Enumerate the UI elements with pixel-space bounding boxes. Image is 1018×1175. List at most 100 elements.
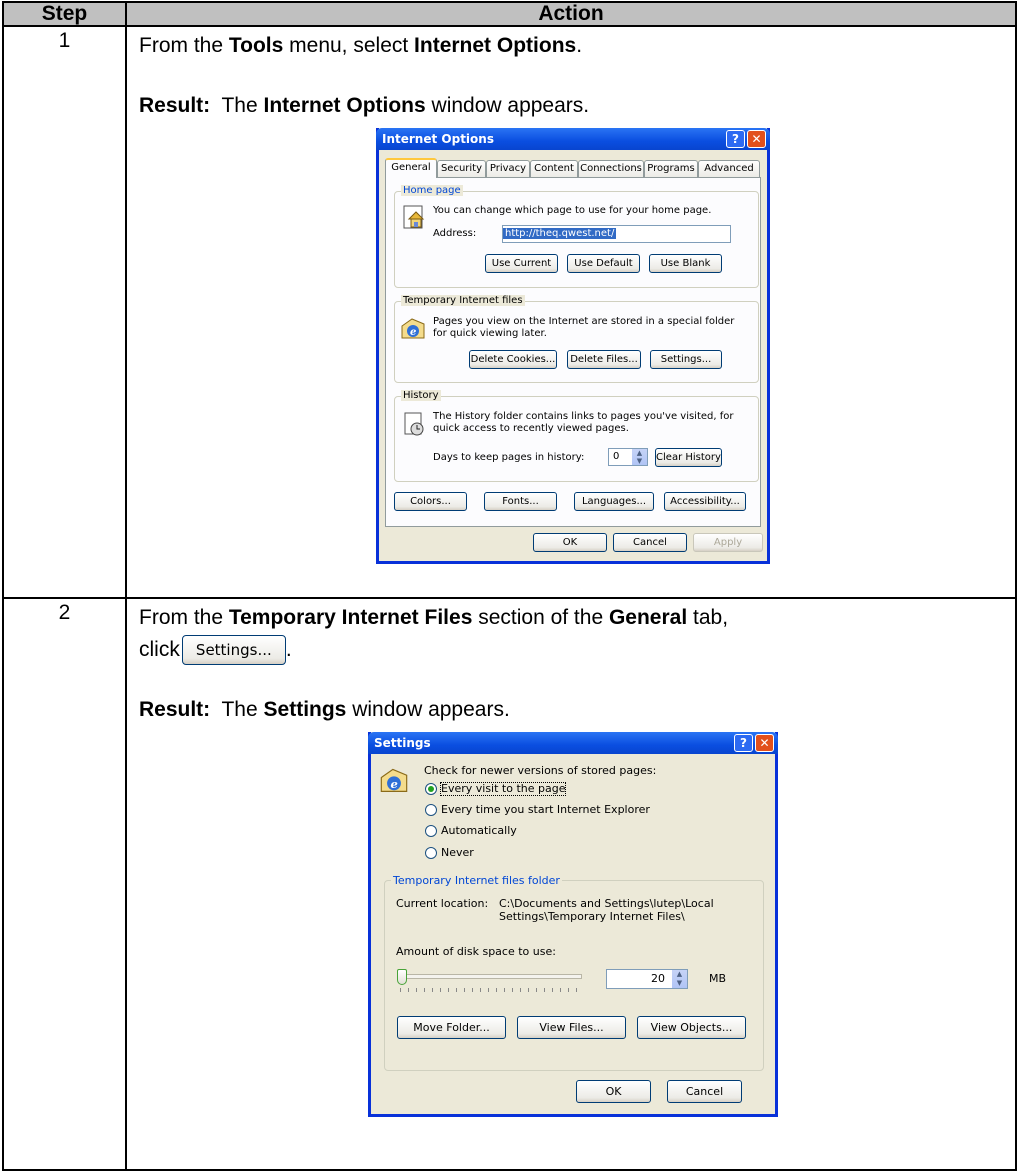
disk-space-stepper[interactable]: 20 ▲ ▼	[606, 969, 688, 990]
settings-window: Settings ? ✕ e Check for newer versions …	[368, 732, 778, 1118]
group-legend: Temporary Internet files	[401, 295, 525, 306]
section-name: Temporary Internet Files	[228, 606, 473, 629]
history-icon	[404, 412, 424, 436]
text-fragment: The	[221, 94, 264, 117]
home-page-icon	[403, 205, 425, 229]
step-number: 2	[2, 597, 127, 1171]
step-row-2: 2 From the Temporary Internet Files sect…	[2, 597, 1017, 1171]
step-number: 1	[2, 25, 127, 599]
result-line: Result: The Settings window appears.	[139, 695, 1007, 725]
use-blank-button[interactable]: Use Blank	[649, 254, 722, 273]
text-fragment: menu, select	[283, 34, 415, 57]
tab-name: General	[608, 606, 688, 629]
temporary-files-icon: e	[401, 318, 425, 339]
result-label: Result:	[139, 698, 211, 722]
delete-cookies-button[interactable]: Delete Cookies...	[469, 350, 557, 369]
address-field[interactable]: http://theq.qwest.net/	[502, 225, 731, 243]
header-action: Action	[125, 1, 1017, 27]
history-description: The History folder contains links to pag…	[433, 411, 734, 422]
spinner-arrows-icon[interactable]: ▲ ▼	[671, 970, 687, 989]
radio-label[interactable]: Every visit to the page	[439, 782, 567, 797]
window-title-bar[interactable]: Internet Options ? ✕	[376, 128, 770, 150]
group-legend: Home page	[401, 185, 463, 196]
tab-connections[interactable]: Connections	[578, 160, 644, 177]
window-title-bar[interactable]: Settings ? ✕	[368, 732, 778, 755]
tab-general[interactable]: General	[385, 158, 437, 178]
temp-files-description: for quick viewing later.	[433, 328, 547, 339]
tab-advanced[interactable]: Advanced	[698, 160, 760, 177]
menu-name: Tools	[228, 34, 284, 57]
view-objects-button[interactable]: View Objects...	[637, 1016, 746, 1040]
spinner-arrows-icon[interactable]: ▲ ▼	[631, 449, 647, 465]
radio-every-start[interactable]	[425, 804, 437, 817]
home-page-description: You can change which page to use for you…	[433, 205, 712, 216]
cancel-button[interactable]: Cancel	[667, 1080, 742, 1104]
radio-never[interactable]	[425, 847, 437, 860]
cancel-button[interactable]: Cancel	[613, 533, 687, 552]
home-page-group: Home page You can change which page to u…	[394, 185, 759, 288]
move-folder-button[interactable]: Move Folder...	[397, 1016, 506, 1040]
procedure-table: Step Action 1 From the Tools menu, selec…	[2, 1, 1017, 1171]
accessibility-button[interactable]: Accessibility...	[664, 492, 746, 511]
history-group: History The History folder contains link…	[394, 390, 759, 482]
radio-label[interactable]: Automatically	[441, 825, 517, 837]
text-fragment: .	[285, 638, 292, 661]
radio-label[interactable]: Never	[441, 847, 474, 859]
radio-every-visit[interactable]	[425, 783, 437, 796]
disk-space-slider[interactable]	[397, 969, 582, 993]
text-fragment: window appears.	[346, 698, 510, 722]
history-description: quick access to recently viewed pages.	[433, 423, 629, 434]
group-legend: History	[401, 390, 441, 401]
radio-automatically[interactable]	[425, 825, 437, 838]
header-row: Step Action	[2, 1, 1017, 27]
slider-thumb[interactable]	[397, 969, 407, 986]
use-current-button[interactable]: Use Current	[485, 254, 558, 273]
current-location-value: C:\Documents and Settings\lutep\Local	[499, 897, 714, 911]
result-line: Result: The Internet Options window appe…	[139, 91, 1007, 121]
days-value: 0	[613, 451, 620, 462]
result-label: Result:	[139, 94, 211, 117]
text-fragment: .	[576, 34, 583, 57]
view-files-button[interactable]: View Files...	[517, 1016, 626, 1040]
settings-button-image: Settings...	[181, 635, 286, 666]
text-fragment: click	[139, 638, 180, 661]
disk-space-value: 20	[651, 972, 665, 986]
group-legend: Temporary Internet files folder	[391, 874, 562, 888]
use-default-button[interactable]: Use Default	[567, 254, 640, 273]
text-fragment: tab,	[687, 606, 729, 629]
window-title: Settings	[374, 736, 431, 751]
tab-content[interactable]: Content	[530, 160, 578, 177]
languages-button[interactable]: Languages...	[574, 492, 654, 511]
header-step: Step	[2, 1, 127, 27]
help-button[interactable]: ?	[726, 130, 745, 148]
svg-text:e: e	[391, 777, 398, 791]
instruction-line: From the Temporary Internet Files sectio…	[139, 603, 1007, 633]
radio-label[interactable]: Every time you start Internet Explorer	[441, 804, 650, 816]
delete-files-button[interactable]: Delete Files...	[567, 350, 641, 369]
close-button[interactable]: ✕	[747, 130, 766, 148]
general-tab-panel: Home page You can change which page to u…	[385, 177, 761, 527]
disk-space-unit: MB	[709, 972, 727, 986]
temporary-files-icon: e	[380, 769, 408, 793]
help-button[interactable]: ?	[734, 734, 753, 753]
colors-button[interactable]: Colors...	[394, 492, 467, 511]
tab-security[interactable]: Security	[437, 160, 486, 177]
ok-button[interactable]: OK	[533, 533, 607, 552]
apply-button[interactable]: Apply	[693, 533, 763, 552]
clear-history-button[interactable]: Clear History	[655, 448, 722, 467]
close-button[interactable]: ✕	[755, 734, 774, 753]
temp-files-description: Pages you view on the Internet are store…	[433, 316, 735, 327]
window-name: Settings	[263, 698, 347, 722]
menu-item-name: Internet Options	[414, 34, 577, 57]
text-fragment: window appears.	[425, 94, 590, 117]
ok-button[interactable]: OK	[576, 1080, 651, 1104]
window-name: Internet Options	[263, 94, 426, 117]
settings-button[interactable]: Settings...	[650, 350, 722, 369]
internet-options-window: Internet Options ? ✕ General Security Pr…	[376, 128, 770, 564]
action-cell: From the Tools menu, select Internet Opt…	[125, 25, 1017, 599]
temporary-files-group: Temporary Internet files e Pages you vie…	[394, 295, 759, 383]
days-stepper[interactable]: 0 ▲ ▼	[608, 448, 648, 466]
fonts-button[interactable]: Fonts...	[484, 492, 557, 511]
tab-programs[interactable]: Programs	[644, 160, 698, 177]
tab-privacy[interactable]: Privacy	[486, 160, 530, 177]
